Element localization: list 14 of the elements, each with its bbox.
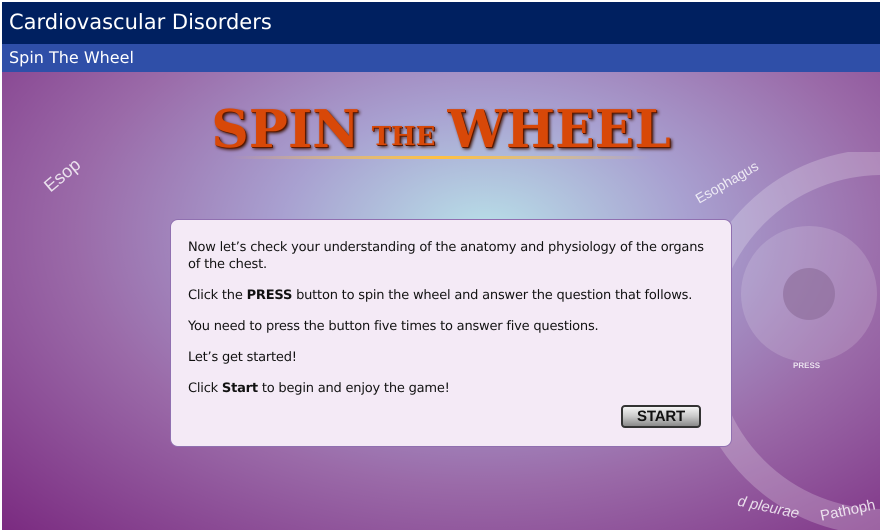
instruction-text: Click Start to begin and enjoy the game! — [188, 380, 450, 397]
logo-word: WHEEL — [447, 104, 671, 156]
wheel-label: d pleurae — [735, 492, 802, 524]
wheel-label: Pathoph — [818, 495, 878, 527]
logo-word: THE — [372, 124, 436, 150]
wheel-label: PRESS — [793, 360, 820, 372]
instruction-text: Now let’s check your understanding of the anatomy and physiology of the organs of the chest. — [188, 239, 705, 273]
window-title: Cardiovascular Disorders — [9, 9, 272, 36]
section-title: Spin The Wheel — [9, 47, 134, 69]
instruction-text: Let’s get started! — [188, 349, 297, 366]
start-button[interactable]: START — [621, 405, 701, 428]
logo-word: SPIN — [211, 104, 360, 156]
instruction-text: Click the PRESS button to spin the wheel and answer the question that follows. — [188, 287, 692, 304]
instruction-text: You need to press the button five times to answer five questions. — [188, 318, 598, 335]
